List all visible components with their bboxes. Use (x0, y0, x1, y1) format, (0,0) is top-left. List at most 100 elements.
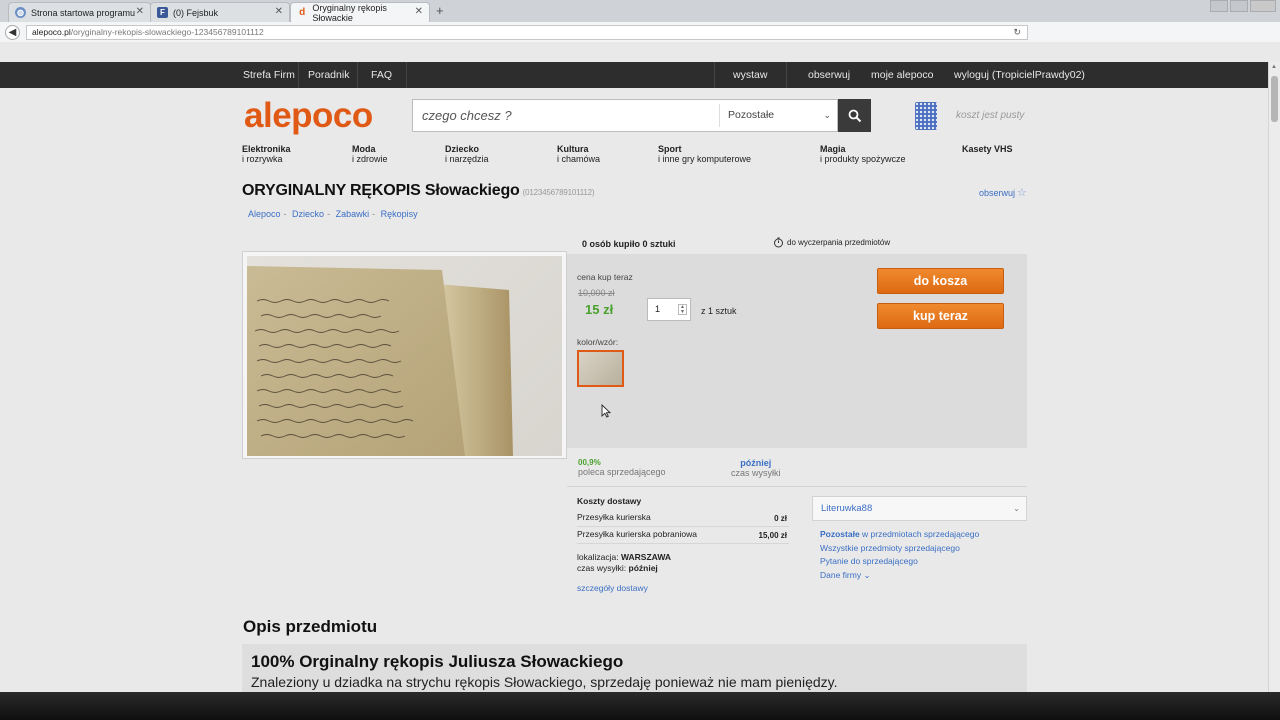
price-label: cena kup teraz (577, 272, 633, 282)
nav-wyloguj[interactable]: wyloguj (TropicielPrawdy02) (954, 62, 1085, 88)
buyers-count: 0 osób (582, 239, 612, 249)
breadcrumb-item[interactable]: Dziecko (292, 209, 324, 219)
color-swatch[interactable] (577, 350, 624, 387)
company-data-link[interactable]: Dane firmy ⌄ (820, 569, 979, 583)
quantity-stepper[interactable]: 1 ▲ ▼ (647, 298, 691, 321)
close-icon[interactable]: ✕ (415, 6, 423, 17)
seller-link-bold: Pozostałe (820, 529, 860, 539)
scroll-up-icon[interactable]: ▲ (1271, 64, 1277, 70)
seller-dropdown[interactable]: Literuwka88 ⌄ (812, 496, 1027, 521)
nav-strefa-firm[interactable]: Strefa Firm (243, 62, 295, 88)
close-icon[interactable]: ✕ (275, 6, 283, 17)
maximize-button[interactable] (1230, 0, 1248, 12)
window-close-button[interactable] (1250, 0, 1276, 12)
send-value: później (628, 563, 658, 573)
nav-faq[interactable]: FAQ (371, 62, 392, 88)
breadcrumb: Alepoco - Dziecko - Zabawki - Rękopisy (248, 209, 418, 219)
nav-divider (406, 62, 407, 88)
site-logo[interactable]: alepoco (244, 96, 373, 136)
nav-moje-alepoco[interactable]: moje alepoco (871, 62, 933, 88)
category-label: Sport (658, 144, 682, 154)
stopwatch-icon (774, 237, 783, 248)
nav-divider (298, 62, 299, 88)
buy-now-button[interactable]: kup teraz (877, 303, 1004, 329)
add-to-cart-button[interactable]: do kosza (877, 268, 1004, 294)
quantity-spinner-icon[interactable]: ▲ ▼ (678, 304, 687, 315)
breadcrumb-item[interactable]: Alepoco (248, 209, 281, 219)
alepoco-favicon-icon: d (299, 7, 306, 18)
company-data-label: Dane firmy (820, 569, 862, 580)
seller-name: Literuwka88 (821, 503, 873, 514)
category-moda[interactable]: Moda i zdrowie (352, 144, 388, 164)
seller-rating-label: poleca sprzedającego (578, 467, 666, 477)
breadcrumb-separator: - (283, 209, 287, 219)
description-heading: Opis przedmiotu (243, 617, 378, 636)
browser-toolbar-spacer (0, 42, 1280, 62)
shipping-heading: Koszty dostawy (577, 496, 642, 506)
timer-text: do wyczerpania przedmiotów (787, 238, 891, 247)
nav-divider (357, 62, 358, 88)
site-top-nav: Strefa Firm Poradnik FAQ wystaw obserwuj… (0, 62, 1268, 88)
shipping-method: Przesyłka kurierska pobraniowa (577, 529, 697, 539)
product-title: ORYGINALNY RĘKOPIS Słowackiego (242, 182, 520, 199)
facebook-icon: F (157, 7, 168, 18)
tab-product[interactable]: d Oryginalny rękopis Słowackie ✕ (290, 2, 430, 23)
tab-start-page[interactable]: ◍ Strona startowa programu ✕ (8, 2, 151, 22)
nav-wystaw[interactable]: wystaw (733, 62, 767, 88)
category-kasety-vhs[interactable]: Kasety VHS (962, 144, 1013, 154)
breadcrumb-item[interactable]: Rękopisy (381, 209, 418, 219)
nav-obserwuj[interactable]: obserwuj (808, 62, 850, 88)
search-input[interactable] (413, 100, 719, 131)
product-photo[interactable] (247, 256, 562, 456)
globe-icon: ◍ (15, 7, 26, 18)
description-box: 100% Orginalny rękopis Juliusza Słowacki… (242, 644, 1027, 692)
shipping-details-link[interactable]: szczegóły dostawy (577, 583, 789, 593)
new-tab-button[interactable]: + (436, 3, 444, 18)
back-arrow-icon: ◀ (8, 27, 17, 38)
nav-poradnik[interactable]: Poradnik (308, 62, 349, 88)
category-sublabel: i narzędzia (445, 154, 489, 164)
sold-count: 0 sztuki (642, 239, 676, 249)
category-dziecko[interactable]: Dziecko i narzędzia (445, 144, 489, 164)
manuscript-image (247, 266, 513, 456)
minimize-button[interactable] (1210, 0, 1228, 12)
seller-other-items-link[interactable]: Pozostałe w przedmiotach sprzedającego (820, 528, 979, 542)
star-icon: ☆ (1017, 187, 1027, 199)
category-magia[interactable]: Magia i produkty spożywcze (820, 144, 906, 164)
tab-label: Oryginalny rękopis Słowackie (312, 2, 387, 23)
shipping-amount: 15,00 zł (758, 531, 787, 540)
category-sublabel: i produkty spożywcze (820, 154, 906, 164)
breadcrumb-item[interactable]: Zabawki (336, 209, 370, 219)
category-label: Magia (820, 144, 846, 154)
product-id: (0123456789101112) (522, 188, 595, 197)
category-label: Dziecko (445, 144, 480, 154)
category-elektronika[interactable]: Elektronika i rozrywka (242, 144, 291, 164)
category-sport[interactable]: Sport i inne gry komputerowe (658, 144, 751, 164)
seller-all-items-link[interactable]: Wszystkie przedmioty sprzedającego (820, 542, 979, 556)
breadcrumb-separator: - (327, 209, 331, 219)
tab-fejsbuk[interactable]: F (0) Fejsbuk ✕ (150, 2, 290, 22)
seller-rating-value: 00,9% (578, 458, 601, 467)
watch-link[interactable]: obserwuj ☆ (979, 186, 1027, 199)
search-icon (848, 109, 861, 122)
ask-seller-link[interactable]: Pytanie do sprzedającego (820, 555, 979, 569)
category-select-value: Pozostałe (728, 109, 775, 121)
cart-icon[interactable] (915, 102, 937, 130)
breadcrumb-separator: - (372, 209, 376, 219)
location-info: lokalizacja: WARSZAWA czas wysyłki: późn… (577, 552, 789, 574)
description-text: Znaleziony u dziadka na strychu rękopis … (251, 674, 838, 690)
category-sublabel: i inne gry komputerowe (658, 154, 752, 164)
reload-icon[interactable]: ↻ (1013, 26, 1021, 39)
category-kultura[interactable]: Kultura i chamówa (557, 144, 600, 164)
category-select[interactable]: Pozostałe ⌄ (719, 104, 837, 127)
url-field[interactable]: alepoco.pl/oryginalny-rekopis-slowackieg… (26, 25, 1028, 40)
shipping-method: Przesyłka kurierska (577, 512, 651, 522)
back-button[interactable]: ◀ (5, 25, 20, 40)
scrollbar-thumb[interactable] (1271, 76, 1278, 122)
url-path: /oryginalny-rekopis-slowackiego-12345678… (70, 27, 264, 37)
close-icon[interactable]: ✕ (136, 6, 144, 17)
color-label: kolor/wzór: (577, 337, 619, 347)
page-scrollbar[interactable]: ▲ (1268, 62, 1280, 692)
category-sublabel: i rozrywka (242, 154, 283, 164)
search-button[interactable] (838, 99, 871, 132)
